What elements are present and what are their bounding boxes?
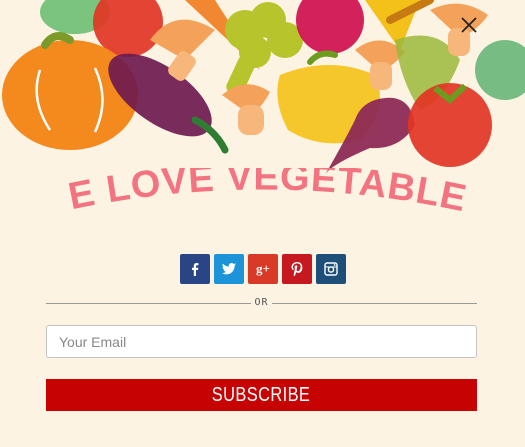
subscribe-label: SUBSCRIBE (212, 383, 311, 406)
tomato-right-shape (408, 83, 492, 167)
newsletter-popup: WE LOVE VEGETABLES g+ OR SUBSCRIBE (0, 0, 525, 447)
google-plus-icon: g+ (256, 261, 270, 276)
headline-wrap: WE LOVE VEGETABLES (0, 168, 471, 220)
google-plus-button[interactable]: g+ (248, 254, 278, 284)
pinterest-icon (291, 262, 303, 276)
facebook-icon (188, 262, 202, 276)
vegetables-illustration (2, 0, 525, 175)
email-input[interactable] (46, 325, 477, 358)
beet-shape (296, 0, 364, 54)
facebook-button[interactable] (180, 254, 210, 284)
close-button[interactable] (458, 14, 480, 36)
headline: WE LOVE VEGETABLES (0, 168, 471, 220)
social-buttons: g+ (180, 254, 346, 284)
pinterest-button[interactable] (282, 254, 312, 284)
twitter-icon (222, 263, 236, 275)
headline-text: WE LOVE VEGETABLES (0, 168, 470, 220)
twitter-button[interactable] (214, 254, 244, 284)
or-divider: OR (46, 294, 477, 312)
instagram-icon (324, 262, 338, 276)
divider-line (272, 303, 477, 304)
instagram-button[interactable] (316, 254, 346, 284)
subscribe-button[interactable]: SUBSCRIBE (46, 379, 477, 411)
close-icon (461, 17, 477, 33)
